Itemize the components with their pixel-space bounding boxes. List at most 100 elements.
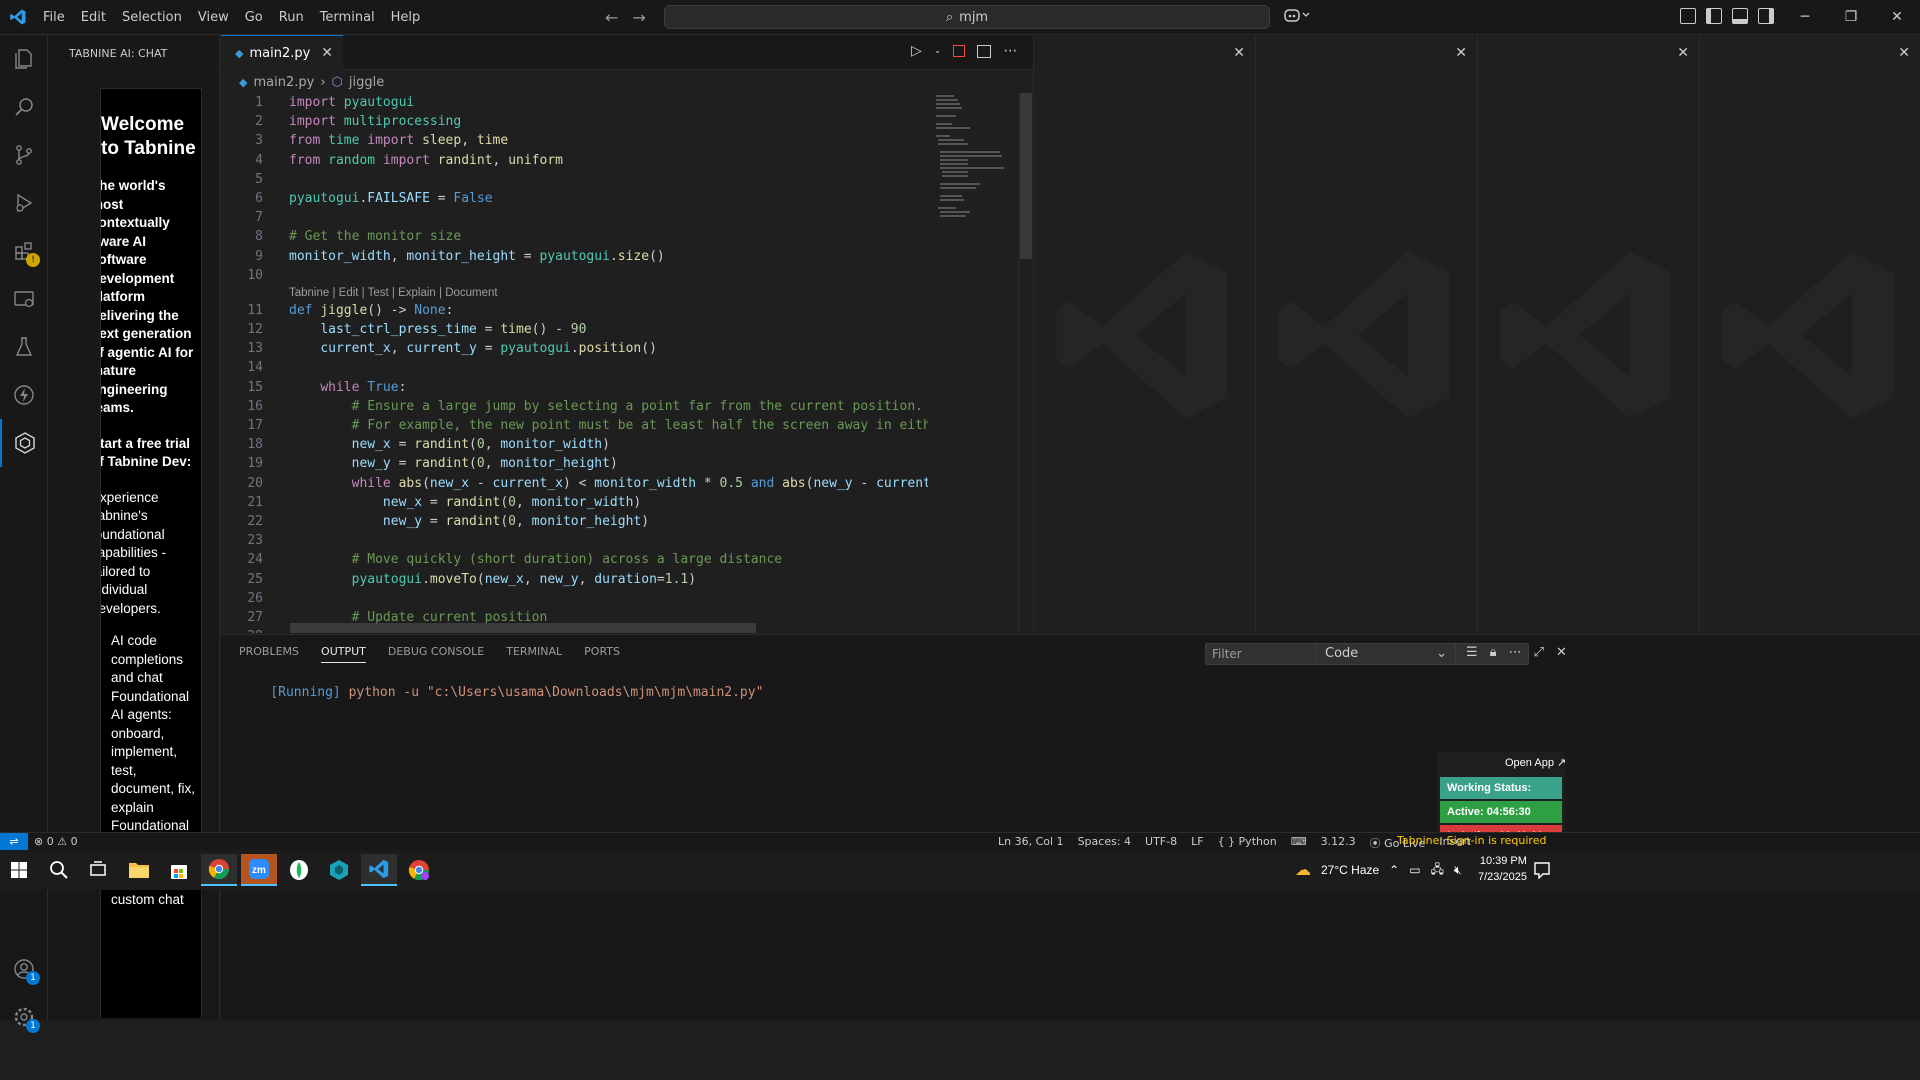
copilot-icon[interactable] — [1284, 7, 1310, 27]
cursor-position[interactable]: Ln 36, Col 1 — [998, 835, 1064, 851]
split-editor-icon[interactable] — [977, 44, 992, 58]
weather-icon[interactable]: ☁ — [1295, 860, 1311, 880]
maximize-panel-icon[interactable]: ⤢ — [1534, 645, 1544, 660]
accounts-icon[interactable]: 1 — [0, 945, 48, 993]
menu-run[interactable]: Run — [271, 0, 312, 35]
tab-debug-console[interactable]: DEBUG CONSOLE — [388, 645, 484, 663]
green-app-icon[interactable] — [281, 854, 317, 886]
close-group-icon[interactable]: ✕ — [1677, 45, 1689, 61]
taskbar-search-icon[interactable] — [41, 854, 77, 886]
horizontal-scrollbar[interactable] — [290, 623, 756, 633]
restore-icon[interactable]: ❐ — [1828, 0, 1874, 35]
indentation[interactable]: Spaces: 4 — [1078, 835, 1131, 851]
close-group-icon[interactable]: ✕ — [1898, 45, 1910, 61]
menu-edit[interactable]: Edit — [73, 0, 114, 35]
toggle-primary-sidebar-icon[interactable] — [1706, 8, 1722, 24]
tabnine-icon[interactable] — [0, 419, 48, 467]
code-line: 18 new_x = randint(0, monitor_width) — [247, 437, 610, 453]
copilot-status-icon[interactable]: ⌨ — [1291, 835, 1307, 851]
run-dropdown-chevron-icon[interactable]: ⌄ — [934, 46, 942, 56]
close-group-icon[interactable]: ✕ — [1233, 45, 1245, 61]
zoom-icon[interactable]: zm — [241, 854, 277, 886]
chrome-profile-icon[interactable] — [401, 854, 437, 886]
vertical-scrollbar-thumb[interactable] — [1020, 93, 1032, 259]
search-icon[interactable] — [0, 83, 48, 131]
code-line: 17 # For example, the new point must be … — [247, 418, 928, 433]
menu-file[interactable]: File — [35, 0, 73, 35]
tab-problems[interactable]: PROBLEMS — [239, 645, 299, 663]
menu-go[interactable]: Go — [237, 0, 271, 35]
vscode-taskbar-icon[interactable] — [361, 854, 397, 886]
file-explorer-icon[interactable] — [121, 854, 157, 886]
source-control-icon[interactable] — [0, 131, 48, 179]
extensions-icon[interactable]: ! — [0, 227, 48, 275]
tab-close-icon[interactable]: ✕ — [321, 45, 333, 61]
tab-ports[interactable]: PORTS — [584, 645, 620, 663]
chrome-icon[interactable] — [201, 854, 237, 886]
menu-help[interactable]: Help — [383, 0, 429, 35]
remote-explorer-icon[interactable] — [0, 275, 48, 323]
menu-selection[interactable]: Selection — [114, 0, 190, 35]
end-of-line[interactable]: LF — [1191, 835, 1203, 851]
output-channel-select[interactable]: Code ⌄ — [1316, 643, 1456, 665]
tab-main2-py[interactable]: ◆ main2.py ✕ — [221, 35, 343, 70]
menu-view[interactable]: View — [190, 0, 237, 35]
tabnine-codelens[interactable]: Tabnine | Edit | Test | Explain | Docume… — [221, 285, 928, 301]
breadcrumb-file[interactable]: main2.py — [253, 75, 314, 90]
code-line: 2 import multiprocessing — [255, 114, 462, 130]
command-center-search[interactable]: ⌕ mjm — [664, 5, 1270, 29]
sidebar-title: TABNINE AI: CHAT — [69, 47, 168, 60]
open-app-link[interactable]: Open App ↗ — [1505, 756, 1566, 769]
problems-count[interactable]: ⊗ 0 ⚠ 0 — [34, 835, 78, 848]
editor-tab-bar: ◆ main2.py ✕ ▷ ⌄ ⋯ — [221, 35, 1033, 70]
more-actions-icon[interactable]: ⋯ — [1509, 645, 1522, 660]
tab-terminal[interactable]: TERMINAL — [506, 645, 562, 663]
lightning-icon[interactable] — [0, 371, 48, 419]
menu-terminal[interactable]: Terminal — [312, 0, 383, 35]
lock-scroll-icon[interactable]: 🔒︎ — [1490, 645, 1497, 660]
testing-icon[interactable] — [0, 323, 48, 371]
code-line: 15 while True: — [247, 379, 407, 395]
close-panel-icon[interactable]: ✕ — [1556, 645, 1567, 660]
network-icon[interactable]: 🖧︎ — [1431, 860, 1444, 881]
weather-text[interactable]: 27°C Haze — [1321, 863, 1379, 877]
windows-start-icon[interactable] — [1, 854, 37, 886]
code-editor[interactable]: 1 import pyautogui 2 import multiprocessin… — [221, 93, 928, 633]
code-line: 26 — [247, 590, 263, 606]
back-arrow-icon[interactable]: ← — [605, 8, 618, 27]
toggle-secondary-sidebar-icon[interactable] — [1758, 8, 1774, 24]
remote-indicator-icon[interactable]: ⇌ — [0, 833, 28, 851]
teal-app-icon[interactable] — [321, 854, 357, 886]
language-mode[interactable]: { } Python — [1218, 835, 1277, 851]
close-group-icon[interactable]: ✕ — [1455, 45, 1467, 61]
stop-icon[interactable] — [953, 45, 966, 57]
vscode-watermark-icon — [1278, 251, 1450, 419]
notifications-icon[interactable] — [1524, 854, 1560, 886]
toggle-panel-icon[interactable] — [1732, 8, 1748, 24]
microsoft-store-icon[interactable] — [161, 854, 197, 886]
clock[interactable]: 10:39 PM 7/23/2025 — [1478, 853, 1527, 885]
manage-gear-icon[interactable]: 1 — [0, 993, 48, 1041]
chevron-up-icon[interactable]: ⌃ — [1389, 863, 1399, 877]
code-line: 24 # Move quickly (short duration) acros… — [247, 552, 783, 568]
minimize-icon[interactable]: ─ — [1782, 0, 1828, 35]
run-python-icon[interactable]: ▷ — [911, 43, 922, 59]
customize-layout-icon[interactable] — [1680, 8, 1696, 24]
breadcrumb-symbol[interactable]: jiggle — [349, 75, 384, 90]
code-line: 8 # Get the monitor size — [255, 229, 462, 245]
more-actions-icon[interactable]: ⋯ — [1003, 43, 1017, 59]
forward-arrow-icon[interactable]: → — [632, 8, 645, 27]
tab-output[interactable]: OUTPUT — [321, 645, 366, 663]
code-line: 11 def jiggle() -> None: — [247, 302, 454, 318]
clear-output-icon[interactable]: ☰ — [1466, 645, 1478, 660]
tabnine-status[interactable]: Tabnine: Sign-in is required — [1397, 834, 1546, 847]
encoding[interactable]: UTF-8 — [1145, 835, 1177, 851]
minimap[interactable] — [928, 93, 1018, 633]
task-view-icon[interactable] — [80, 854, 116, 886]
explorer-icon[interactable] — [0, 35, 48, 83]
run-debug-icon[interactable] — [0, 179, 48, 227]
volume-muted-icon[interactable]: 🔇︎ — [1454, 863, 1462, 878]
python-version[interactable]: 3.12.3 — [1321, 835, 1356, 851]
close-icon[interactable]: ✕ — [1874, 0, 1920, 35]
battery-icon[interactable]: ▭ — [1409, 863, 1420, 877]
